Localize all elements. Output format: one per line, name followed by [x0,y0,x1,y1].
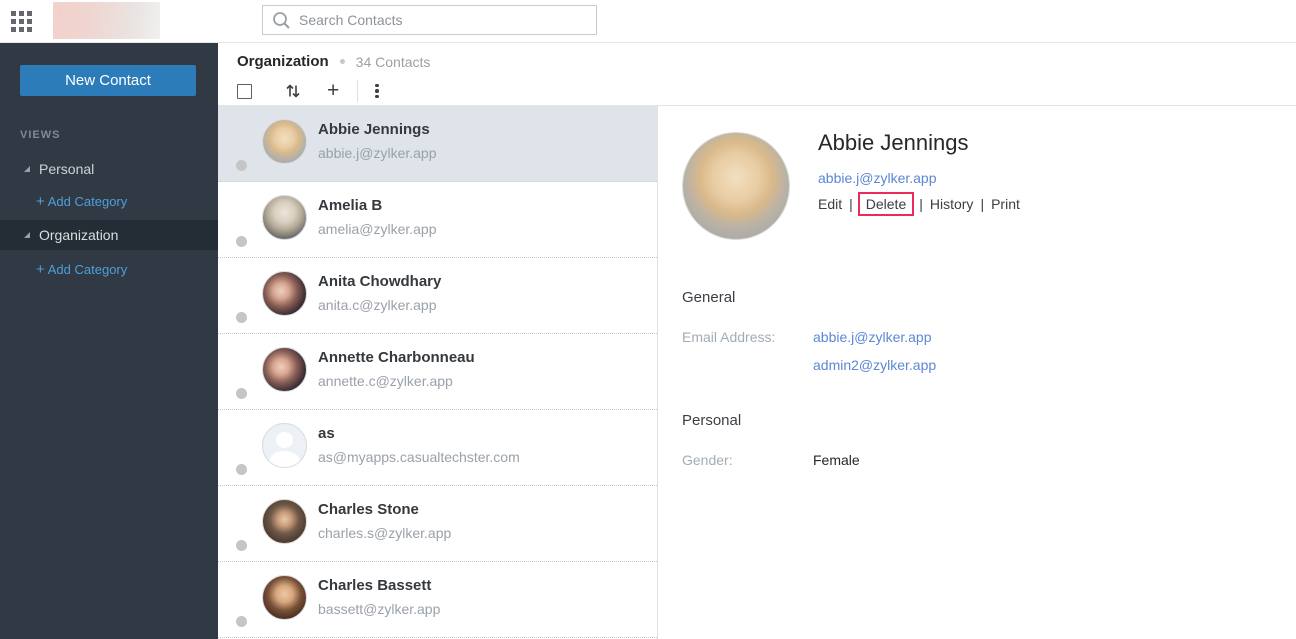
contact-email: anita.c@zylker.app [318,297,437,313]
contact-row-amelia-b[interactable]: Amelia B amelia@zylker.app [218,182,657,258]
search-input[interactable] [299,12,596,28]
contact-email: bassett@zylker.app [318,601,441,617]
status-dot [236,464,247,475]
email-value-link-2[interactable]: admin2@zylker.app [813,357,936,373]
contact-detail-panel: Abbie Jennings abbie.j@zylker.app Edit |… [658,106,1296,639]
contact-email: annette.c@zylker.app [318,373,453,389]
sidebar-item-label: Organization [39,227,119,243]
delete-action[interactable]: Delete [857,192,915,216]
personal-section-title: Personal [682,412,742,429]
contact-avatar [262,499,307,544]
contact-row-anita-chowdhary[interactable]: Anita Chowdhary anita.c@zylker.app [218,258,657,334]
email-address-label: Email Address: [682,329,776,345]
contact-email: charles.s@zylker.app [318,525,452,541]
contact-name: Annette Charbonneau [318,349,475,366]
sidebar-item-label: Personal [39,161,95,177]
contact-row-annette-charbonneau[interactable]: Annette Charbonneau annette.c@zylker.app [218,334,657,410]
blurred-logo [53,2,160,39]
contact-email: abbie.j@zylker.app [318,145,437,161]
action-separator: | [849,196,853,212]
dot-separator [339,59,345,64]
view-title: Organization [237,53,329,70]
edit-action[interactable]: Edit [818,196,842,212]
status-dot [236,160,247,171]
contact-name: Charles Stone [318,501,419,518]
action-separator: | [980,196,985,212]
list-header: Organization 34 Contacts + [218,43,1296,106]
more-options-icon[interactable] [375,83,379,99]
contact-avatar [262,119,307,164]
sidebar-item-organization[interactable]: Organization [0,220,218,250]
contact-actions: Edit | Delete | History | Print [818,192,1020,216]
status-dot [236,236,247,247]
contact-list: Abbie Jennings abbie.j@zylker.app Amelia… [218,106,658,639]
status-dot [236,388,247,399]
top-bar [0,0,1296,43]
history-action[interactable]: History [930,196,974,212]
contact-detail-email-link[interactable]: abbie.j@zylker.app [818,170,937,186]
select-all-checkbox[interactable] [237,83,252,99]
contact-count: 34 Contacts [355,53,431,70]
contact-row-charles-bassett[interactable]: Charles Bassett bassett@zylker.app [218,562,657,638]
list-toolbar: + [237,80,1296,102]
contact-avatar [262,271,307,316]
general-section-title: General [682,289,736,306]
sidebar-item-personal[interactable]: Personal [0,155,218,183]
contact-detail-avatar [682,132,790,240]
sidebar: New Contact VIEWS Personal + Add Category… [0,43,218,639]
contact-email: as@myapps.casualtechster.com [318,449,520,465]
search-icon [273,11,290,29]
status-dot [236,540,247,551]
contact-row-as[interactable]: as as@myapps.casualtechster.com [218,410,657,486]
contact-name: Charles Bassett [318,577,432,594]
views-heading: VIEWS [20,129,61,141]
action-separator: | [919,196,923,212]
search-box[interactable] [262,5,597,35]
plus-icon: + [36,261,45,278]
gender-label: Gender: [682,452,733,468]
contact-name: Anita Chowdhary [318,273,442,290]
plus-icon: + [36,193,45,210]
status-dot [236,312,247,323]
app-launcher-grid-icon[interactable] [11,11,32,32]
new-contact-button[interactable]: New Contact [20,65,196,96]
contact-avatar [262,347,307,392]
status-dot [236,616,247,627]
add-contact-icon[interactable]: + [327,80,339,101]
contact-avatar [262,195,307,240]
gender-value: Female [813,452,860,468]
add-category-organization-link[interactable]: + Add Category [36,261,127,278]
add-category-personal-link[interactable]: + Add Category [36,193,127,210]
collapse-triangle-icon [24,232,30,238]
email-value-link-1[interactable]: abbie.j@zylker.app [813,329,932,345]
contact-row-abbie-jennings[interactable]: Abbie Jennings abbie.j@zylker.app [218,106,657,182]
sort-icon[interactable] [285,83,301,99]
contact-row-charles-stone[interactable]: Charles Stone charles.s@zylker.app [218,486,657,562]
contact-name: Abbie Jennings [318,121,430,138]
contact-name: Amelia B [318,197,383,214]
contact-avatar [262,575,307,620]
contact-name: as [318,425,335,442]
toolbar-divider [357,80,359,102]
contact-avatar-default [262,423,307,468]
contact-detail-name: Abbie Jennings [818,130,969,155]
contact-email: amelia@zylker.app [318,221,437,237]
collapse-triangle-icon [24,166,30,172]
print-action[interactable]: Print [991,196,1020,212]
